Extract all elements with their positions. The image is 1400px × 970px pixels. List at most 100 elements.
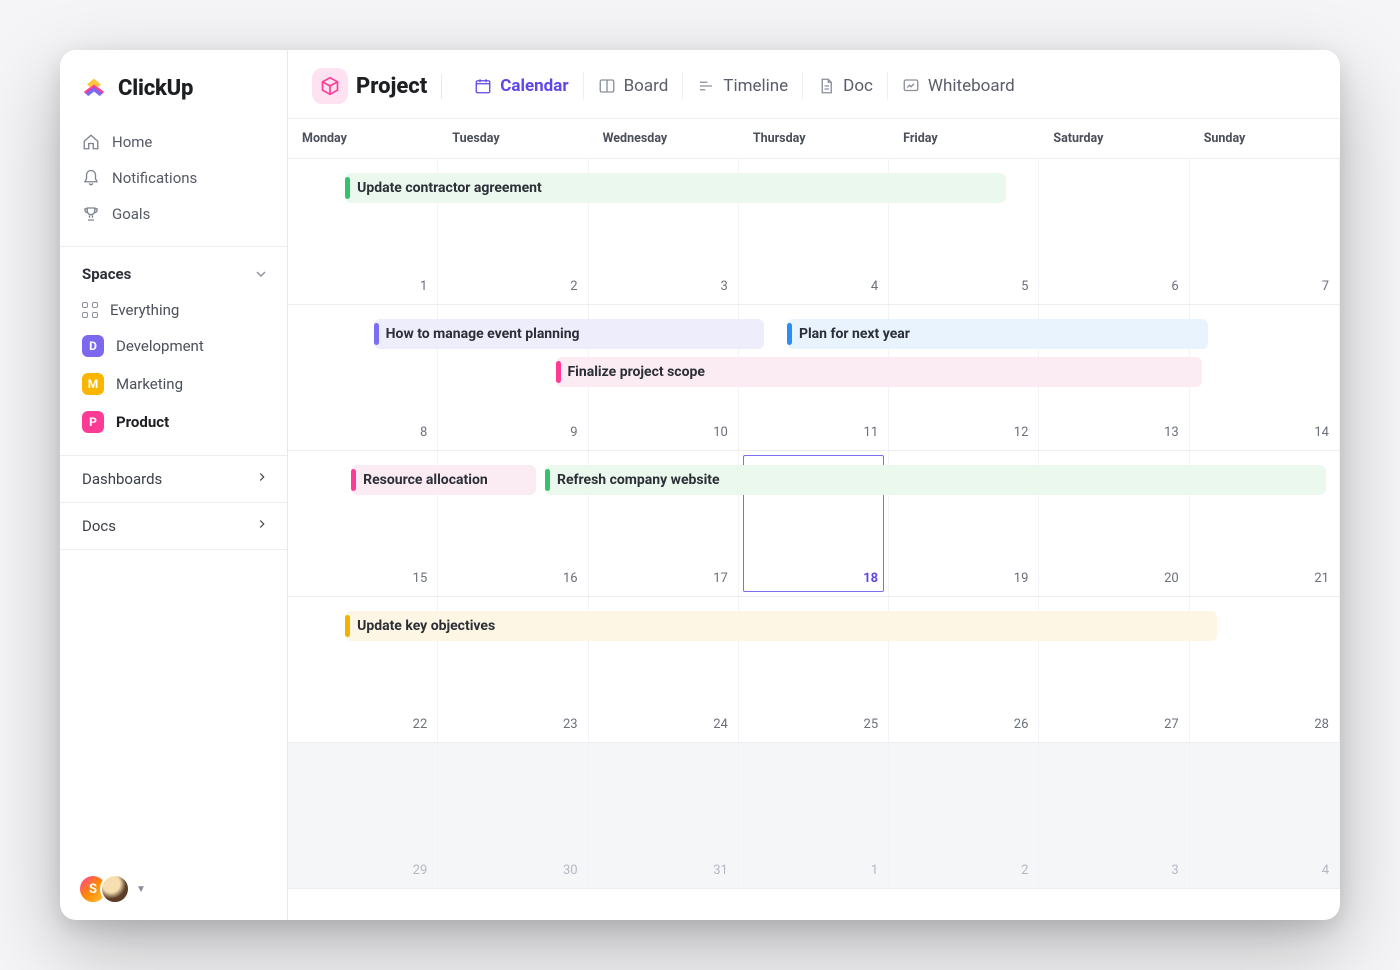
user-avatars[interactable]: S ▼	[78, 874, 146, 904]
weekday-header: Sunday	[1190, 119, 1340, 158]
nav-notifications-label: Notifications	[112, 169, 197, 187]
space-development[interactable]: D Development	[60, 327, 287, 365]
tab-timeline[interactable]: Timeline	[683, 72, 803, 100]
day-number: 13	[1164, 425, 1179, 440]
tab-whiteboard[interactable]: Whiteboard	[888, 72, 1029, 100]
space-label: Marketing	[116, 375, 183, 393]
space-product[interactable]: P Product	[60, 403, 287, 441]
day-number: 29	[413, 863, 428, 878]
day-number: 27	[1164, 717, 1179, 732]
space-label: Development	[116, 337, 204, 355]
calendar-cell[interactable]: 3	[1039, 743, 1189, 888]
space-label: Product	[116, 413, 169, 431]
calendar-row: 29 30 31 12 3 4	[288, 743, 1340, 889]
event-bar[interactable]: Resource allocation	[351, 465, 536, 495]
weekday-header: Wednesday	[589, 119, 739, 158]
doc-icon	[817, 77, 835, 95]
nav-home-label: Home	[112, 133, 152, 151]
calendar-row: 22232425262728Update key objectives	[288, 597, 1340, 743]
tab-label: Doc	[843, 76, 873, 96]
project-icon	[312, 68, 348, 104]
tab-label: Whiteboard	[928, 76, 1015, 96]
calendar-cell[interactable]: 29	[288, 743, 438, 888]
everything-icon	[82, 302, 98, 318]
nav-dashboards-label: Dashboards	[82, 470, 162, 488]
tab-doc[interactable]: Doc	[803, 72, 888, 100]
day-number: 12	[1014, 425, 1029, 440]
avatar[interactable]	[100, 874, 130, 904]
calendar-cell[interactable]: 7	[1190, 159, 1340, 304]
tab-calendar[interactable]: Calendar	[460, 72, 583, 100]
avatar-menu-caret-icon[interactable]: ▼	[136, 884, 146, 895]
day-number: 15	[413, 571, 428, 586]
nav-docs[interactable]: Docs	[60, 503, 287, 550]
day-number: 1	[871, 863, 878, 878]
spaces-title: Spaces	[82, 265, 131, 283]
day-number: 24	[713, 717, 728, 732]
day-number: 10	[713, 425, 728, 440]
calendar-cell[interactable]: 31	[589, 743, 739, 888]
calendar-cell[interactable]: 6	[1039, 159, 1189, 304]
event-bar[interactable]: Update key objectives	[345, 611, 1217, 641]
nav-home[interactable]: Home	[60, 124, 287, 160]
calendar-cell[interactable]: 2	[889, 743, 1039, 888]
tab-board[interactable]: Board	[584, 72, 684, 100]
nav-notifications[interactable]: Notifications	[60, 160, 287, 196]
tab-label: Timeline	[723, 76, 788, 96]
board-icon	[598, 77, 616, 95]
event-bar[interactable]: Refresh company website	[545, 465, 1326, 495]
day-number: 1	[420, 279, 427, 294]
space-badge: D	[82, 335, 104, 357]
nav-docs-label: Docs	[82, 517, 116, 535]
day-number: 7	[1322, 279, 1329, 294]
day-number: 8	[420, 425, 427, 440]
calendar-icon	[474, 77, 492, 95]
day-number: 14	[1314, 425, 1329, 440]
event-title: Update contractor agreement	[357, 180, 542, 196]
space-everything-label: Everything	[110, 301, 179, 319]
day-number: 11	[864, 425, 879, 440]
timeline-icon	[697, 77, 715, 95]
calendar-row: 1234567Update contractor agreement	[288, 159, 1340, 305]
day-number: 31	[713, 863, 728, 878]
event-title: Plan for next year	[799, 326, 910, 342]
day-number: 22	[413, 717, 428, 732]
calendar-cell[interactable]: 30	[438, 743, 588, 888]
day-number: 30	[563, 863, 578, 878]
bell-icon	[82, 169, 100, 187]
calendar-cell[interactable]: 4	[1190, 743, 1340, 888]
spaces-header[interactable]: Spaces	[60, 261, 287, 293]
day-number: 4	[1322, 863, 1329, 878]
page-title: Project	[356, 74, 442, 99]
event-bar[interactable]: How to manage event planning	[374, 319, 765, 349]
event-bar[interactable]: Plan for next year	[787, 319, 1208, 349]
nav-goals[interactable]: Goals	[60, 196, 287, 232]
event-title: Refresh company website	[557, 472, 720, 488]
day-number: 4	[871, 279, 878, 294]
event-bar[interactable]: Update contractor agreement	[345, 173, 1006, 203]
day-number: 2	[570, 279, 577, 294]
weekday-header: Tuesday	[438, 119, 588, 158]
day-number: 23	[563, 717, 578, 732]
trophy-icon	[82, 205, 100, 223]
day-number: 3	[1171, 863, 1178, 878]
day-number: 20	[1164, 571, 1179, 586]
day-number: 16	[563, 571, 578, 586]
brand-logo[interactable]: ClickUp	[60, 50, 287, 120]
chevron-right-icon	[255, 470, 269, 488]
calendar-row: 15161718192021Resource allocationRefresh…	[288, 451, 1340, 597]
day-number: 25	[864, 717, 879, 732]
day-number: 9	[570, 425, 577, 440]
day-number: 5	[1021, 279, 1028, 294]
day-number: 6	[1171, 279, 1178, 294]
nav-dashboards[interactable]: Dashboards	[60, 456, 287, 503]
space-everything[interactable]: Everything	[60, 293, 287, 327]
event-bar[interactable]: Finalize project scope	[556, 357, 1202, 387]
day-number: 28	[1314, 717, 1329, 732]
event-title: Resource allocation	[363, 472, 488, 488]
calendar-cell[interactable]: 1	[739, 743, 889, 888]
space-marketing[interactable]: M Marketing	[60, 365, 287, 403]
event-title: How to manage event planning	[386, 326, 580, 342]
calendar-cell[interactable]: 14	[1190, 305, 1340, 450]
weekday-header: Monday	[288, 119, 438, 158]
